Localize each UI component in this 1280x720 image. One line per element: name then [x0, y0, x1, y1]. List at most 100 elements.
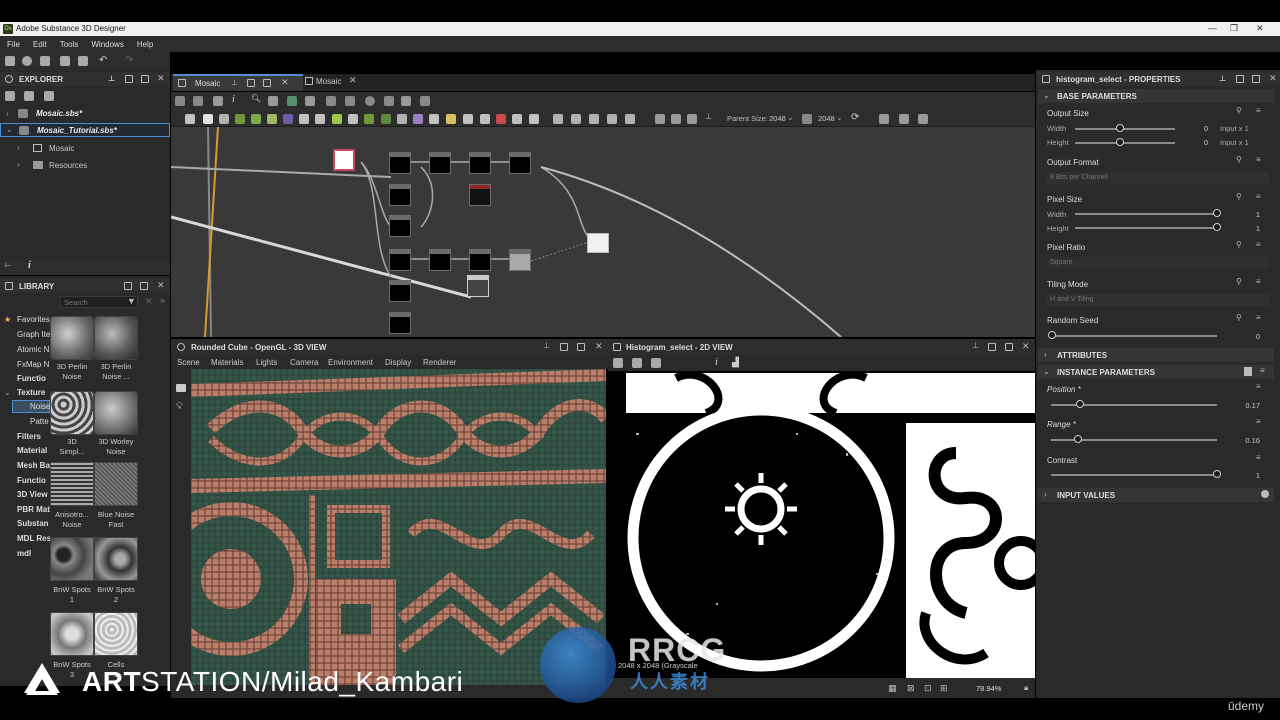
text-icon[interactable]: [463, 114, 473, 124]
input-icon[interactable]: [512, 114, 522, 124]
width-unit[interactable]: Input x 1: [1220, 124, 1249, 133]
camera-icon[interactable]: [176, 384, 186, 392]
pixel-width-slider-track[interactable]: [1075, 213, 1217, 215]
param-menu-icon[interactable]: ≡: [1256, 277, 1261, 286]
width-slider-handle[interactable]: [1116, 124, 1124, 132]
view-3-icon[interactable]: [589, 114, 599, 124]
folder-label[interactable]: Resources: [49, 161, 87, 170]
zoom-level[interactable]: 78.94%: [976, 684, 1001, 693]
comment-icon[interactable]: [480, 114, 490, 124]
info-icon[interactable]: i: [28, 260, 31, 271]
curve-icon[interactable]: [251, 114, 261, 124]
grid-icon[interactable]: ▦: [888, 683, 897, 694]
undo-icon[interactable]: ↶: [99, 55, 107, 66]
category-functions-2[interactable]: Functio: [17, 476, 50, 485]
category-filters[interactable]: Filters: [17, 432, 50, 441]
width-slider-track[interactable]: [1075, 128, 1175, 130]
link-icon[interactable]: [44, 91, 54, 101]
chevron-down-icon[interactable]: ⌄: [787, 113, 794, 122]
view3d-menu-renderer[interactable]: Renderer: [423, 358, 456, 367]
graph-node[interactable]: [389, 215, 411, 237]
uniform-color-icon[interactable]: [203, 114, 213, 124]
settings-icon[interactable]: [22, 56, 32, 66]
link-icon[interactable]: [326, 96, 336, 106]
view-4-icon[interactable]: [607, 114, 617, 124]
category-textures[interactable]: Texture: [17, 388, 50, 397]
frame-icon[interactable]: [175, 96, 185, 106]
float-icon[interactable]: [1236, 75, 1244, 83]
connect-icon[interactable]: [345, 96, 355, 106]
close-window-button[interactable]: ✕: [1256, 23, 1264, 34]
param-menu-icon[interactable]: ≡: [1256, 240, 1261, 249]
float-icon[interactable]: [124, 282, 132, 290]
float-icon[interactable]: [560, 343, 568, 351]
range-slider-handle[interactable]: [1074, 435, 1082, 443]
link-size-icon[interactable]: [802, 114, 812, 124]
contrast-slider-track[interactable]: [1051, 474, 1217, 476]
refresh-icon[interactable]: [365, 96, 375, 106]
library-item-thumbnail[interactable]: [50, 391, 94, 435]
category-noises[interactable]: Noise: [30, 402, 50, 411]
view3d-menu-display[interactable]: Display: [385, 358, 411, 367]
tile-icon[interactable]: ⊠: [907, 683, 915, 694]
fxmap-icon[interactable]: [413, 114, 423, 124]
size-select[interactable]: 2048: [818, 114, 835, 123]
menu-help[interactable]: Help: [130, 36, 159, 49]
position-slider-handle[interactable]: [1076, 400, 1084, 408]
settings-icon[interactable]: [1261, 490, 1269, 498]
connect-param-icon[interactable]: ⚲: [1236, 240, 1242, 249]
histogram-icon[interactable]: [397, 114, 407, 124]
levels-icon[interactable]: [235, 114, 245, 124]
contrast-slider-handle[interactable]: [1213, 470, 1221, 478]
tiling-mode-select[interactable]: H and V Tiling: [1047, 294, 1269, 306]
library-item-thumbnail[interactable]: [50, 537, 94, 581]
random-seed-slider-track[interactable]: [1051, 335, 1217, 337]
close-tab-icon[interactable]: ✕: [349, 75, 357, 86]
snapshot-icon[interactable]: [401, 96, 411, 106]
close-tab-icon[interactable]: ✕: [281, 77, 289, 88]
width-value[interactable]: 0: [1190, 124, 1208, 133]
lock-icon[interactable]: 🔒︎: [1024, 683, 1028, 693]
section-attributes[interactable]: › ATTRIBUTES: [1038, 348, 1274, 362]
connect-param-icon[interactable]: ⚲: [1236, 192, 1242, 201]
info-icon[interactable]: i: [232, 94, 235, 105]
close-icon[interactable]: ✕: [1022, 341, 1030, 352]
category-patterns[interactable]: Patte: [30, 417, 50, 426]
param-menu-icon[interactable]: ≡: [1256, 453, 1261, 462]
pin-icon[interactable]: ⊥: [231, 78, 238, 87]
dot-icon[interactable]: ⊥: [705, 112, 712, 121]
library-item-thumbnail[interactable]: [94, 391, 138, 435]
graph-node[interactable]: [469, 152, 491, 174]
warp-icon[interactable]: [332, 114, 342, 124]
filter-icon[interactable]: ▼: [127, 296, 136, 306]
grid-toggle-icon[interactable]: [420, 96, 430, 106]
position-value[interactable]: 0.17: [1238, 401, 1260, 410]
tile-icon[interactable]: [348, 114, 358, 124]
menu-file[interactable]: File: [0, 36, 26, 49]
light-icon[interactable]: 💡︎: [176, 401, 183, 412]
copy-icon[interactable]: [651, 358, 661, 368]
pixel-width-slider-handle[interactable]: [1213, 209, 1221, 217]
pin-node-icon[interactable]: [687, 114, 697, 124]
explorer-package-row-selected[interactable]: ⌄ Mosaic_Tutorial.sbs*: [0, 123, 170, 137]
graph-node[interactable]: [389, 184, 411, 206]
package-icon[interactable]: [40, 56, 50, 66]
category-pbr-materials[interactable]: PBR Mat: [17, 505, 50, 514]
frame-node-icon[interactable]: [529, 114, 539, 124]
reset-icon[interactable]: ⟳: [851, 112, 859, 123]
pin-icon[interactable]: ⊥: [972, 341, 979, 350]
save-icon[interactable]: [78, 56, 88, 66]
random-seed-value[interactable]: 0: [1246, 332, 1260, 341]
view3d-menu-environment[interactable]: Environment: [328, 358, 373, 367]
category-mesh-based[interactable]: Mesh Ba: [17, 461, 50, 470]
maximize-icon[interactable]: [140, 282, 148, 290]
param-menu-icon[interactable]: ≡: [1256, 313, 1261, 322]
graph-node-selected[interactable]: [467, 275, 489, 297]
library-item-thumbnail[interactable]: [94, 316, 138, 360]
graph-node[interactable]: [429, 249, 451, 271]
pixel-height-slider-track[interactable]: [1075, 227, 1217, 229]
height-unit[interactable]: Input x 1: [1220, 138, 1249, 147]
frame-add-icon[interactable]: [671, 114, 681, 124]
view3d-menu-camera[interactable]: Camera: [290, 358, 318, 367]
view3d-menu-lights[interactable]: Lights: [256, 358, 277, 367]
